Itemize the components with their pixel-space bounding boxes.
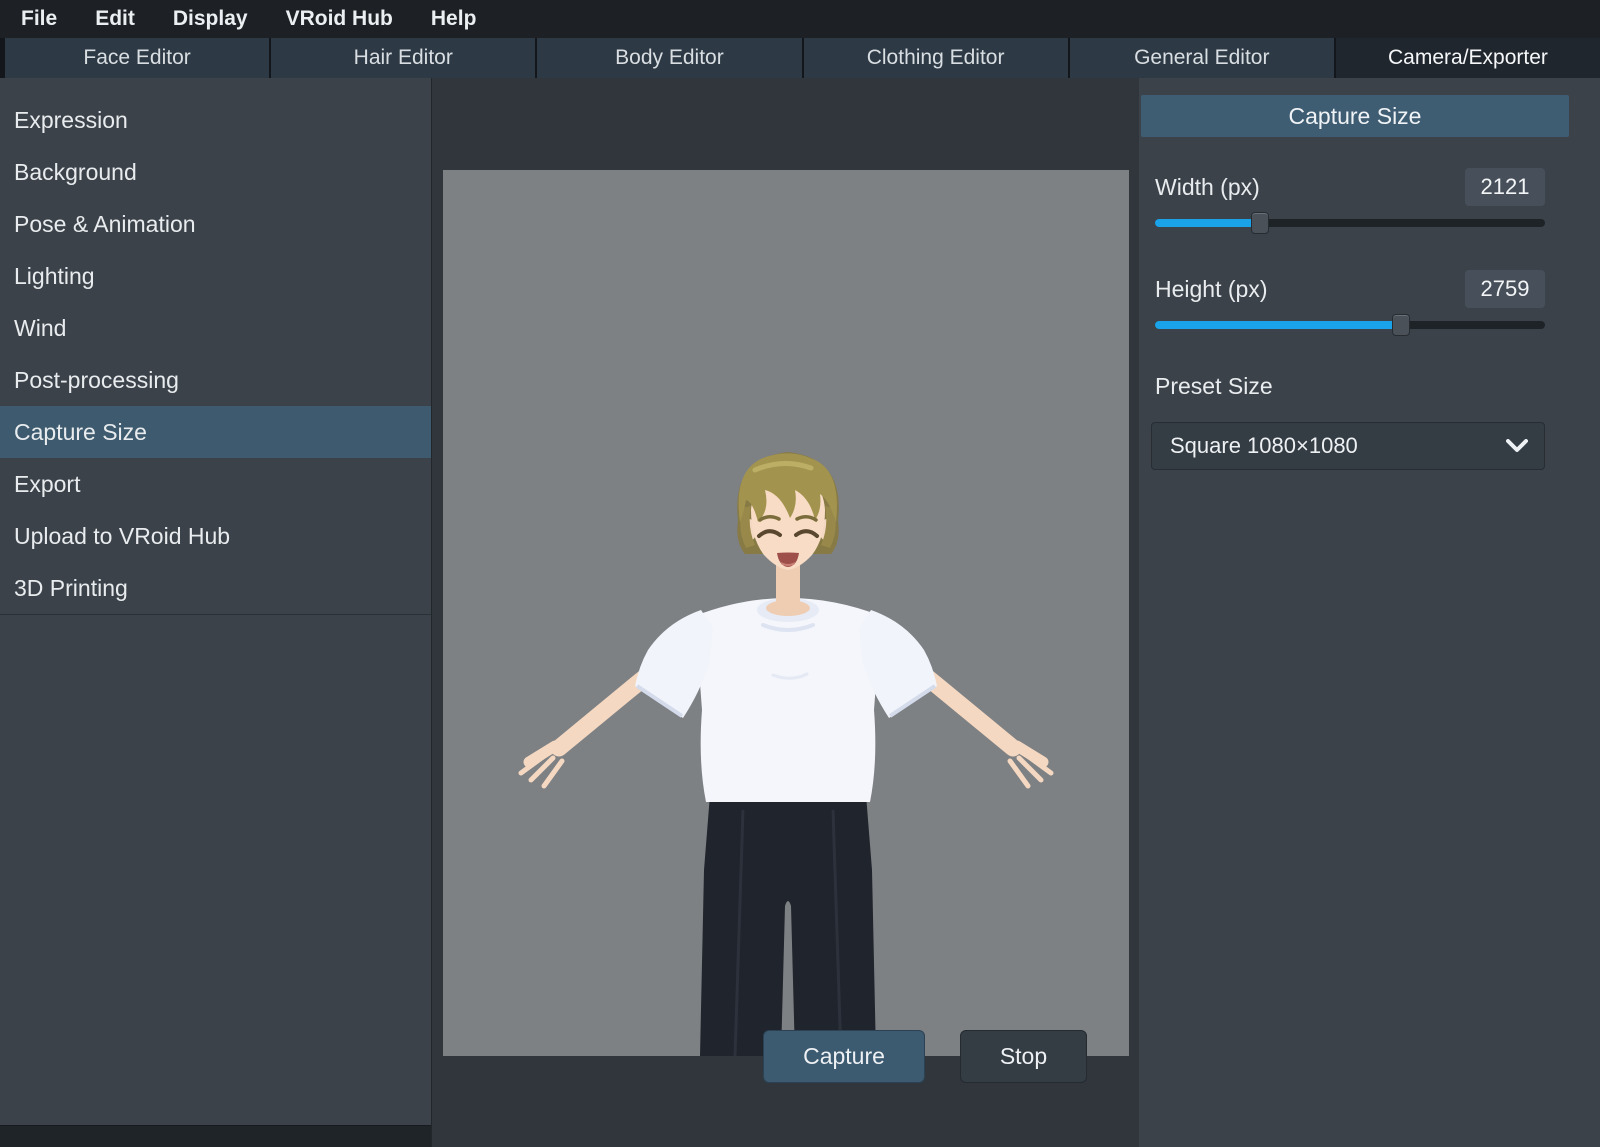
vroid-studio-window: File Edit Display VRoid Hub Help Face Ed… [0, 0, 1600, 1147]
tab-hair-editor[interactable]: Hair Editor [271, 38, 535, 78]
height-slider-thumb[interactable] [1392, 314, 1410, 336]
main-content: Expression Background Pose & Animation L… [0, 78, 1600, 1147]
sidebar: Expression Background Pose & Animation L… [0, 78, 432, 1147]
width-slider-thumb[interactable] [1251, 212, 1269, 234]
sidebar-item-export[interactable]: Export [0, 458, 431, 510]
sidebar-list: Expression Background Pose & Animation L… [0, 94, 431, 615]
tab-face-editor[interactable]: Face Editor [5, 38, 269, 78]
tab-general-editor[interactable]: General Editor [1070, 38, 1334, 78]
width-slider-fill [1155, 219, 1260, 227]
sidebar-item-post-processing[interactable]: Post-processing [0, 354, 431, 406]
height-field: Height (px) 2759 [1155, 269, 1545, 309]
sidebar-item-expression[interactable]: Expression [0, 94, 431, 146]
tab-clothing-editor[interactable]: Clothing Editor [804, 38, 1068, 78]
stop-button[interactable]: Stop [960, 1030, 1087, 1083]
sidebar-item-background[interactable]: Background [0, 146, 431, 198]
menu-edit[interactable]: Edit [76, 0, 154, 38]
width-field: Width (px) 2121 [1155, 167, 1545, 207]
menu-vroid-hub[interactable]: VRoid Hub [267, 0, 412, 38]
sidebar-item-3d-printing[interactable]: 3D Printing [0, 562, 431, 614]
tab-body-editor[interactable]: Body Editor [537, 38, 801, 78]
chevron-down-icon [1506, 439, 1528, 453]
sidebar-item-wind[interactable]: Wind [0, 302, 431, 354]
height-label: Height (px) [1155, 276, 1267, 303]
height-slider-fill [1155, 321, 1401, 329]
sidebar-item-upload-vroid-hub[interactable]: Upload to VRoid Hub [0, 510, 431, 562]
menu-file[interactable]: File [2, 0, 76, 38]
preset-size-dropdown[interactable]: Square 1080×1080 [1151, 422, 1545, 470]
height-value[interactable]: 2759 [1465, 270, 1545, 308]
menu-display[interactable]: Display [154, 0, 267, 38]
width-label: Width (px) [1155, 174, 1260, 201]
preset-size-label: Preset Size [1155, 373, 1545, 400]
character-model [443, 170, 1129, 1056]
capture-size-panel: Capture Size Width (px) 2121 Height (px)… [1139, 78, 1600, 1147]
sidebar-item-capture-size[interactable]: Capture Size [0, 406, 431, 458]
preset-size-value: Square 1080×1080 [1170, 433, 1358, 459]
capture-button[interactable]: Capture [763, 1030, 925, 1083]
sidebar-item-pose-animation[interactable]: Pose & Animation [0, 198, 431, 250]
panel-title: Capture Size [1141, 95, 1569, 137]
width-slider[interactable] [1155, 211, 1545, 235]
menu-help[interactable]: Help [412, 0, 496, 38]
tab-camera-exporter[interactable]: Camera/Exporter [1336, 38, 1600, 78]
sidebar-footer [0, 1125, 431, 1147]
model-viewport[interactable]: Capture Stop [432, 78, 1139, 1147]
sidebar-item-lighting[interactable]: Lighting [0, 250, 431, 302]
height-slider[interactable] [1155, 313, 1545, 337]
menu-bar: File Edit Display VRoid Hub Help [0, 0, 1600, 38]
capture-preview-area[interactable] [443, 170, 1129, 1056]
editor-tab-bar: Face Editor Hair Editor Body Editor Clot… [0, 38, 1600, 78]
width-value[interactable]: 2121 [1465, 168, 1545, 206]
